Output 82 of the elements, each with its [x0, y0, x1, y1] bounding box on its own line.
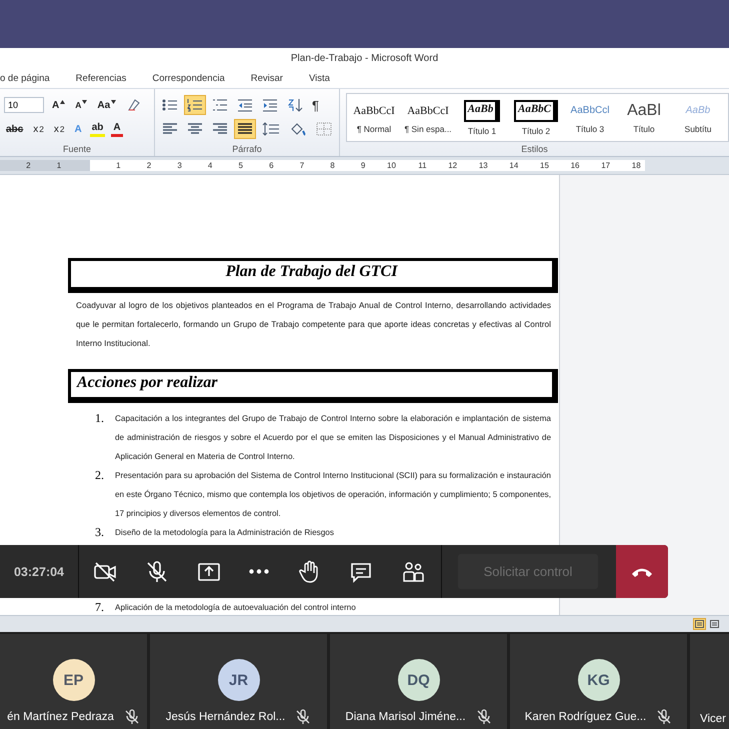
style-option[interactable]: AaBbC Título 2 [509, 94, 563, 141]
call-timer: 03:27:04 [14, 564, 64, 578]
page-view-icon [695, 620, 704, 628]
participant-name: Jesús Hernández Rol... [166, 711, 286, 723]
document-title: Plan de Trabajo del GTCI [68, 258, 558, 293]
camera-off-icon [93, 560, 117, 584]
ribbon-tab[interactable]: Correspondencia [152, 72, 225, 84]
style-option[interactable]: AaBl Título [617, 94, 671, 141]
list-item-text: Presentación para su aprobación del Sistema de Control Interno Institucional (SCII) para su formalización e instauración en este Órgano Técnico, mismo que contempla los objetivos de operación, información y cumplimiento; 5 componentes, 17 principios y diversos elementos de control. [115, 470, 551, 520]
style-option[interactable]: AaBbCcl Título 3 [563, 94, 617, 141]
outdent-icon [237, 98, 253, 112]
avatar: JR [218, 659, 260, 701]
view-button[interactable] [693, 618, 706, 630]
style-option[interactable]: AaBbCcI ¶ Normal [347, 94, 401, 141]
participant-name: Vicer [700, 713, 726, 725]
list-item-text: Aplicación de la metodología de autoevaluación del control interno [115, 602, 357, 614]
line-spacing-icon [262, 122, 280, 136]
paragraph-button[interactable] [234, 119, 256, 139]
list-item-text: Diseño de la metodología para la Administración de Riesgos [115, 527, 335, 539]
paint-bucket-icon [289, 122, 307, 136]
bullet-list-icon [162, 98, 178, 112]
hang-up-button[interactable] [616, 545, 668, 598]
down-triangle-icon [111, 100, 116, 104]
numbered-list-icon [187, 98, 203, 112]
ribbon-tab[interactable]: Referencias [76, 72, 126, 84]
list-number: 7. [95, 599, 105, 616]
down-triangle-icon [82, 100, 88, 104]
group-label: Párrafo [232, 144, 262, 154]
participant-name: Karen Rodríguez Gue... [524, 711, 646, 723]
toggle-button[interactable] [145, 560, 169, 584]
style-option[interactable]: AaBbCcI ¶ Sin espa... [401, 94, 455, 141]
list-number: 1. [95, 410, 105, 427]
mic-off-icon [476, 709, 492, 725]
multilevel-list-icon [212, 98, 228, 112]
justify-icon [237, 122, 253, 136]
intro-paragraph: Coadyuvar al logro de los objetivos planteados en el Programa de Trabajo Anual de Control Interno, desarrollando actividades que le permitan fortalecerlo, formando un Grupo de Trabajo competente para que aporte ideas concretas y efectivas al Control Interno Institucional. [76, 299, 551, 350]
font-size-field[interactable]: 10 [4, 97, 44, 113]
toolbar-button[interactable] [401, 560, 425, 584]
style-option[interactable]: AaBb Título 1 [455, 94, 509, 141]
style-option[interactable]: AaBb Subtítu [671, 94, 725, 141]
align-right-icon [212, 122, 228, 136]
font-button[interactable]: A [50, 98, 68, 112]
section-heading: Acciones por realizar [68, 369, 558, 403]
toolbar-button[interactable] [249, 569, 269, 574]
window-title: Plan-de-Trabajo - Microsoft Word [290, 52, 438, 64]
align-left-icon [162, 122, 178, 136]
mic-off-icon [124, 709, 140, 725]
mic-off-icon [145, 560, 169, 584]
font-button[interactable]: A [73, 99, 90, 111]
paragraph-button[interactable] [184, 95, 206, 115]
eraser-icon [127, 98, 142, 112]
people-icon [401, 560, 425, 584]
group-label: Estilos [521, 144, 548, 154]
participant-name: én Martínez Pedraza [7, 711, 114, 723]
list-item-text: Capacitación a los integrantes del Grupo de Trabajo de Control Interno sobre la elaboración e implantación de sistema de administración de riesgos y sobre el Acuerdo por el que se emiten las Disposiciones y el Manual Administrativo de Aplicación General en Materia de Control Interno. [115, 413, 551, 463]
avatar: EP [52, 659, 94, 701]
page-view-icon [710, 620, 719, 628]
ruler: 2 1 1 2 3 4 5 6 7 8 9 10 11 12 13 14 15 16 17 18 [0, 157, 729, 175]
font-button[interactable]: abc [4, 122, 26, 136]
borders-icon [316, 122, 332, 136]
more-options-icon [249, 569, 269, 574]
list-number: 3. [95, 524, 105, 541]
avatar: DQ [398, 659, 440, 701]
view-button[interactable] [708, 618, 721, 630]
paragraph-button[interactable]: ¶ [309, 95, 322, 115]
mic-off-icon [295, 709, 312, 725]
list-number: 2. [95, 467, 105, 484]
avatar: KG [578, 659, 620, 701]
ribbon-tab[interactable]: o de página [0, 72, 50, 84]
up-triangle-icon [60, 100, 66, 104]
toggle-button[interactable] [93, 560, 117, 584]
participant-name: Diana Marisol Jiméne... [345, 711, 466, 723]
ribbon-tab[interactable]: Revisar [250, 72, 283, 84]
mic-off-icon [656, 709, 672, 725]
group-label: Fuente [62, 144, 92, 154]
align-center-icon [187, 122, 203, 136]
font-button[interactable]: A [111, 121, 123, 137]
font-button[interactable]: ab [90, 121, 106, 137]
indent-icon [262, 98, 278, 112]
sort-icon [287, 98, 303, 112]
font-button[interactable]: Aa [95, 98, 118, 112]
ribbon-tab[interactable]: Vista [308, 72, 330, 84]
